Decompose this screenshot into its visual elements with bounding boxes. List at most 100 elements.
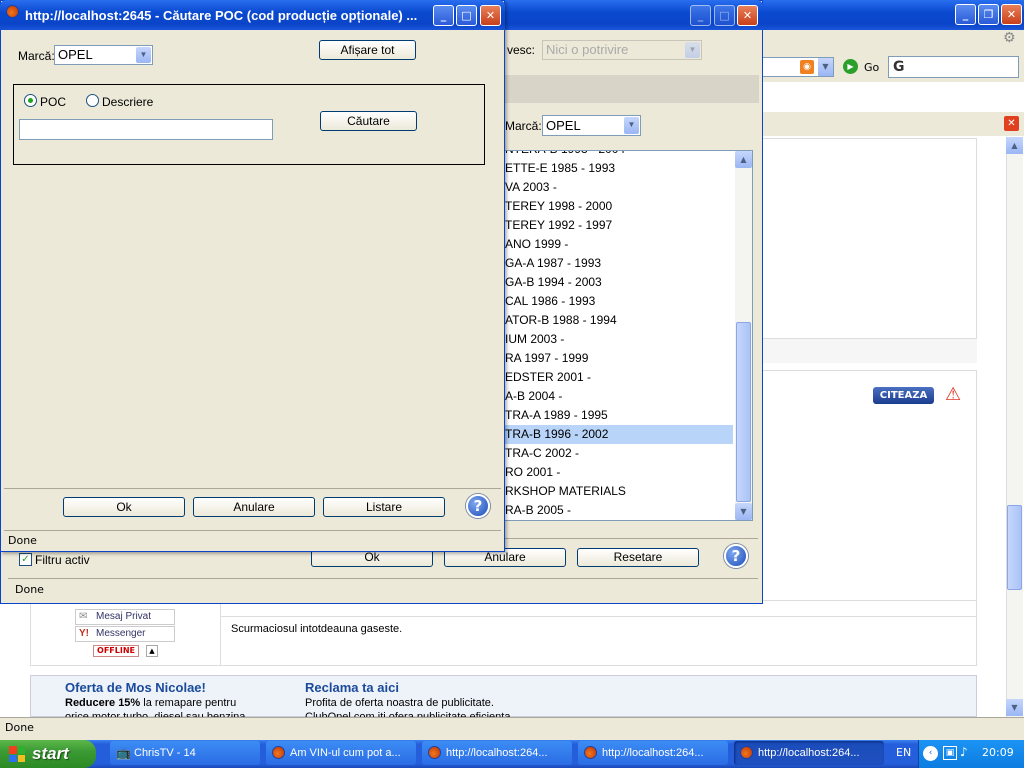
browser-scroll-up[interactable]: ▲ [1006, 137, 1023, 154]
model-dialog-maximize-button[interactable]: □ [714, 5, 735, 26]
taskbar-item-browser-3[interactable]: http://localhost:264... [578, 741, 728, 765]
poc-listare-button[interactable]: Listare [323, 497, 445, 517]
scroll-top-icon[interactable]: ▲ [146, 645, 158, 657]
afisare-tot-button[interactable]: Afișare tot [319, 40, 416, 60]
poc-help-icon[interactable]: ? [466, 494, 490, 518]
poc-results-area [4, 170, 501, 486]
list-item[interactable]: TRA-B 1996 - 2002 [504, 425, 733, 444]
poc-dialog-title: http://localhost:2645 - Căutare POC (cod… [25, 8, 418, 23]
start-button[interactable]: start [0, 740, 96, 768]
search-input[interactable] [19, 119, 273, 140]
page-content [762, 138, 977, 363]
clock[interactable]: 20:09 [982, 746, 1014, 759]
list-item[interactable]: EDSTER 2001 - [504, 368, 733, 387]
descriere-radio[interactable] [86, 94, 99, 107]
model-marca-select[interactable]: OPEL ▼ [542, 115, 641, 136]
chevron-down-icon: ▼ [685, 42, 700, 58]
filtru-checkbox[interactable]: ✓ [19, 553, 32, 566]
model-list-scroll-up[interactable]: ▲ [735, 151, 752, 168]
model-statusbar [8, 578, 758, 600]
poc-anulare-button[interactable]: Anulare [193, 497, 315, 517]
list-item[interactable]: TEREY 1992 - 1997 [504, 216, 733, 235]
list-item[interactable]: ANO 1999 - [504, 235, 733, 254]
radio-dot [28, 98, 33, 103]
descriere-radio-label[interactable]: Descriere [102, 95, 153, 109]
post-text: Scurmaciosul intotdeauna gaseste. [231, 623, 403, 635]
poc-marca-select[interactable]: OPEL ▼ [54, 45, 153, 65]
browser-scroll-thumb[interactable] [1007, 505, 1022, 590]
messenger-link[interactable]: Y! Messenger [75, 626, 175, 642]
browser-scroll-down[interactable]: ▼ [1006, 699, 1023, 716]
poc-maximize-button[interactable]: □ [456, 5, 477, 26]
report-warning-icon[interactable]: ⚠ [945, 386, 961, 404]
yahoo-messenger-icon: Y! [79, 628, 89, 639]
poc-marca-value: OPEL [58, 47, 93, 62]
filtru-label[interactable]: Filtru activ [35, 553, 90, 567]
poc-marca-label: Marcă: [18, 49, 55, 63]
go-label[interactable]: Go [864, 61, 879, 74]
tray-volume-icon[interactable]: ♪ [960, 745, 968, 759]
model-list[interactable]: NTERA-B 1993 - 2004 ETTE-E 1985 - 1993VA… [503, 150, 753, 521]
tray-arrow-icon[interactable]: ‹ [923, 746, 938, 761]
poc-dialog-titlebar: http://localhost:2645 - Căutare POC (cod… [0, 0, 505, 30]
list-item[interactable]: RA 1997 - 1999 [504, 349, 733, 368]
promo-text-right: Profita de oferta noastra de publicitate… [305, 697, 494, 709]
poc-radio-label[interactable]: POC [40, 95, 66, 109]
list-item[interactable]: RO 2001 - [504, 463, 733, 482]
poc-minimize-button[interactable]: _ [433, 5, 454, 26]
tv-icon: 📺 [116, 746, 131, 760]
search-box[interactable]: G [888, 56, 1019, 78]
mesaj-privat-link[interactable]: ✉ Mesaj Privat [75, 609, 175, 625]
list-item[interactable]: GA-A 1987 - 1993 [504, 254, 733, 273]
poc-status-text: Done [8, 534, 37, 547]
taskbar-item-browser-2[interactable]: http://localhost:264... [422, 741, 572, 765]
promo-title-left[interactable]: Oferta de Mos Nicolae! [65, 680, 206, 695]
taskbar-item-browser-1[interactable]: Am VIN-ul cum pot a... [266, 741, 416, 765]
browser-restore-button[interactable]: ❐ [978, 4, 999, 25]
firefox-icon [584, 746, 597, 759]
go-icon[interactable]: ▶ [843, 59, 858, 74]
browser-minimize-button[interactable]: _ [955, 4, 976, 25]
taskbar-item-label: http://localhost:264... [446, 747, 548, 759]
list-item[interactable]: NTERA-B 1993 - 2004 [504, 151, 733, 159]
model-dialog-close-button[interactable]: ✕ [737, 5, 758, 26]
poc-radio[interactable] [24, 94, 37, 107]
browser-close-button[interactable]: ✕ [1001, 4, 1022, 25]
taskbar-item-browser-4[interactable]: http://localhost:264... [734, 741, 884, 765]
list-item[interactable]: TEREY 1998 - 2000 [504, 197, 733, 216]
poc-close-button[interactable]: ✕ [480, 5, 501, 26]
language-indicator[interactable]: EN [896, 746, 911, 759]
messenger-label: Messenger [96, 628, 146, 639]
address-dropdown-icon[interactable]: ▼ [818, 58, 833, 76]
model-list-scroll-down[interactable]: ▼ [735, 503, 752, 520]
list-item[interactable]: VA 2003 - [504, 178, 733, 197]
list-item[interactable]: IUM 2003 - [504, 330, 733, 349]
promo-discount: Reducere 15% [65, 697, 141, 709]
tray-app-icon[interactable]: ▣ [943, 746, 957, 760]
list-item[interactable]: CAL 1986 - 1993 [504, 292, 733, 311]
list-item[interactable]: ATOR-B 1988 - 1994 [504, 311, 733, 330]
model-help-icon[interactable]: ? [724, 544, 748, 568]
model-resetare-button[interactable]: Resetare [577, 548, 699, 567]
model-list-scroll-thumb[interactable] [736, 322, 751, 502]
list-item[interactable]: RA-B 2005 - [504, 501, 733, 520]
list-item[interactable]: TRA-A 1989 - 1995 [504, 406, 733, 425]
promo-title-right[interactable]: Reclama ta aici [305, 680, 399, 695]
list-item[interactable]: GA-B 1994 - 2003 [504, 273, 733, 292]
start-label: start [32, 744, 69, 763]
model-dialog-minimize-button[interactable]: _ [690, 5, 711, 26]
panel-close-icon[interactable]: ✕ [1004, 116, 1019, 131]
promo-text-left: Reducere 15% la remapare pentru [65, 697, 236, 709]
browser-gear-icon[interactable]: ⚙ [1003, 30, 1019, 46]
list-item[interactable]: TRA-C 2002 - [504, 444, 733, 463]
citeaza-button[interactable]: CITEAZA [873, 387, 934, 404]
list-item[interactable]: RKSHOP MATERIALS [504, 482, 733, 501]
cautare-button[interactable]: Căutare [320, 111, 417, 131]
browser-scrollbar[interactable] [1006, 137, 1023, 717]
taskbar-item-christv[interactable]: 📺 ChrisTV - 14 [110, 741, 260, 765]
rss-icon[interactable]: ◉ [800, 60, 814, 74]
list-item[interactable]: A-B 2004 - [504, 387, 733, 406]
list-item[interactable]: ETTE-E 1985 - 1993 [504, 159, 733, 178]
poc-ok-button[interactable]: Ok [63, 497, 185, 517]
match-select-value: Nici o potrivire [546, 42, 629, 57]
